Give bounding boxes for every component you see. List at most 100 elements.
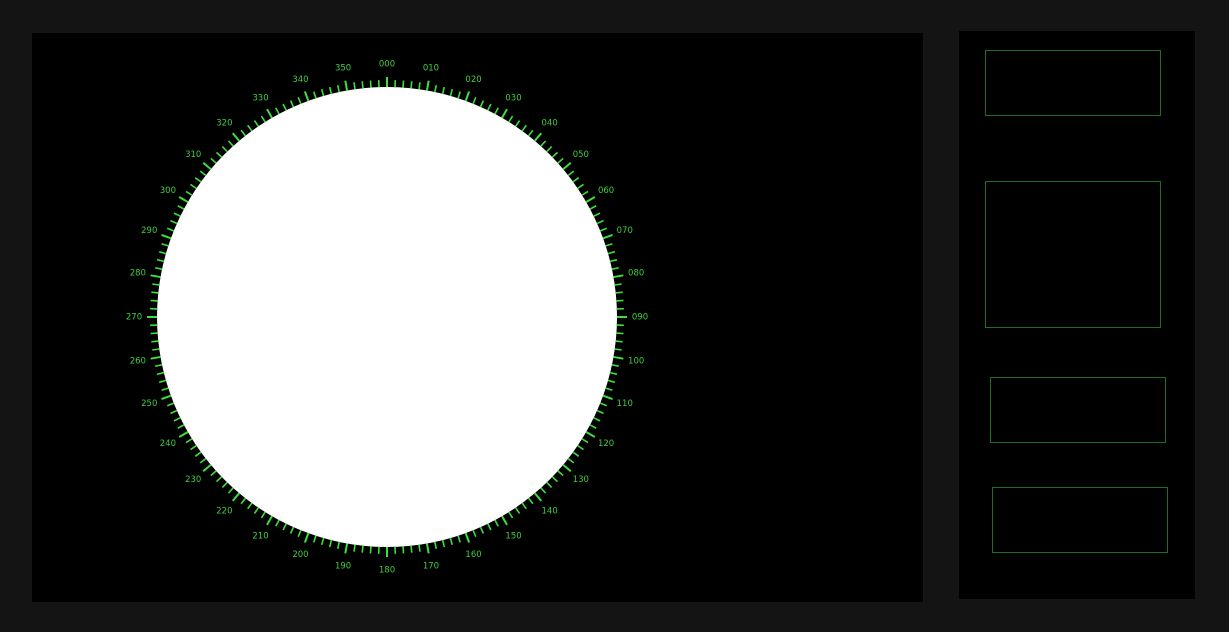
bearing-tick bbox=[320, 537, 325, 546]
bearing-label-020: 020 bbox=[465, 75, 481, 85]
bearing-tick bbox=[231, 492, 240, 502]
bearing-tick bbox=[546, 481, 553, 489]
bearing-tick bbox=[158, 250, 167, 255]
bearing-tick bbox=[231, 132, 240, 142]
bearing-tick bbox=[562, 161, 572, 170]
bearing-tick bbox=[521, 124, 527, 132]
bearing-tick bbox=[361, 81, 364, 89]
bearing-label-200: 200 bbox=[292, 550, 308, 560]
bearing-label-050: 050 bbox=[573, 150, 589, 160]
bearing-tick bbox=[611, 266, 619, 270]
bearing-tick bbox=[479, 100, 485, 108]
radar-scope-disc[interactable] bbox=[157, 87, 617, 547]
side-info-panel bbox=[959, 31, 1195, 599]
bearing-tick bbox=[607, 250, 616, 255]
bearing-tick bbox=[344, 80, 349, 91]
bearing-tick bbox=[613, 355, 624, 360]
bearing-tick bbox=[464, 91, 471, 102]
bearing-tick bbox=[567, 170, 575, 177]
bearing-tick bbox=[479, 526, 485, 534]
bearing-tick bbox=[425, 80, 430, 91]
bearing-tick bbox=[501, 515, 508, 526]
bearing-tick bbox=[602, 233, 613, 240]
bearing-tick bbox=[210, 157, 217, 164]
bearing-tick bbox=[589, 205, 597, 210]
radar-scope[interactable]: 000 010 020 030 040 050 060 070 080 090 100 110 120 1… bbox=[32, 33, 923, 602]
bearing-tick bbox=[562, 464, 572, 473]
bearing-tick bbox=[434, 541, 438, 549]
bearing-tick bbox=[303, 91, 310, 102]
bearing-tick bbox=[551, 151, 559, 158]
bearing-tick bbox=[607, 379, 616, 384]
bearing-tick bbox=[441, 539, 446, 548]
bearing-tick bbox=[557, 157, 564, 164]
bearing-label-150: 150 bbox=[505, 532, 521, 542]
bearing-tick bbox=[275, 107, 280, 115]
bearing-tick bbox=[202, 464, 212, 473]
bearing-tick bbox=[313, 91, 317, 99]
bearing-tick bbox=[614, 348, 622, 351]
bearing-tick bbox=[289, 526, 295, 534]
bearing-tick bbox=[166, 402, 175, 407]
bearing-tick bbox=[240, 497, 247, 505]
bearing-tick bbox=[521, 502, 527, 510]
bearing-tick bbox=[210, 470, 217, 477]
bearing-tick bbox=[577, 183, 584, 190]
bearing-label-060: 060 bbox=[598, 186, 614, 196]
bearing-tick bbox=[605, 243, 613, 247]
bearing-tick bbox=[336, 541, 340, 549]
bearing-tick bbox=[472, 529, 477, 538]
bearing-tick bbox=[155, 364, 163, 368]
bearing-label-160: 160 bbox=[465, 550, 481, 560]
bearing-tick bbox=[353, 544, 356, 552]
bearing-tick bbox=[247, 124, 253, 132]
info-box-2 bbox=[985, 181, 1161, 328]
bearing-tick bbox=[609, 258, 618, 263]
bearing-tick bbox=[260, 511, 266, 519]
info-box-4 bbox=[992, 487, 1168, 553]
bearing-tick bbox=[501, 108, 508, 119]
bearing-tick bbox=[156, 258, 165, 263]
bearing-tick bbox=[328, 86, 333, 95]
bearing-tick bbox=[227, 140, 234, 147]
bearing-tick bbox=[609, 371, 618, 376]
bearing-tick bbox=[344, 543, 349, 554]
bearing-tick bbox=[227, 487, 234, 494]
bearing-tick bbox=[585, 196, 596, 203]
bearing-tick bbox=[152, 283, 160, 286]
bearing-label-270: 270 bbox=[126, 313, 142, 323]
bearing-tick bbox=[596, 409, 604, 415]
bearing-tick bbox=[247, 502, 253, 510]
bearing-tick bbox=[158, 379, 167, 384]
bearing-tick bbox=[487, 523, 492, 531]
bearing-tick bbox=[173, 417, 181, 422]
bearing-label-250: 250 bbox=[141, 399, 157, 409]
bearing-label-120: 120 bbox=[598, 439, 614, 449]
bearing-tick bbox=[540, 487, 547, 494]
bearing-label-240: 240 bbox=[160, 439, 176, 449]
bearing-tick bbox=[457, 535, 461, 543]
bearing-label-330: 330 bbox=[252, 93, 268, 103]
bearing-tick bbox=[266, 108, 273, 119]
bearing-tick bbox=[177, 424, 185, 429]
bearing-tick bbox=[173, 212, 181, 217]
bearing-label-260: 260 bbox=[130, 356, 146, 366]
bearing-tick bbox=[585, 431, 596, 438]
bearing-tick bbox=[361, 545, 364, 553]
bearing-tick bbox=[178, 196, 189, 203]
bearing-tick bbox=[494, 107, 499, 115]
bearing-tick bbox=[313, 535, 317, 543]
bearing-tick bbox=[199, 457, 207, 464]
bearing-label-290: 290 bbox=[141, 226, 157, 236]
bearing-tick bbox=[572, 177, 580, 183]
bearing-tick bbox=[253, 120, 260, 127]
bearing-label-220: 220 bbox=[216, 506, 232, 516]
bearing-tick bbox=[425, 543, 430, 554]
bearing-tick bbox=[527, 497, 534, 505]
bearing-tick bbox=[215, 476, 223, 483]
info-box-1 bbox=[985, 50, 1161, 116]
bearing-tick bbox=[557, 470, 564, 477]
bearing-tick bbox=[275, 519, 280, 527]
bearing-tick bbox=[605, 387, 613, 391]
bearing-tick bbox=[596, 219, 604, 225]
